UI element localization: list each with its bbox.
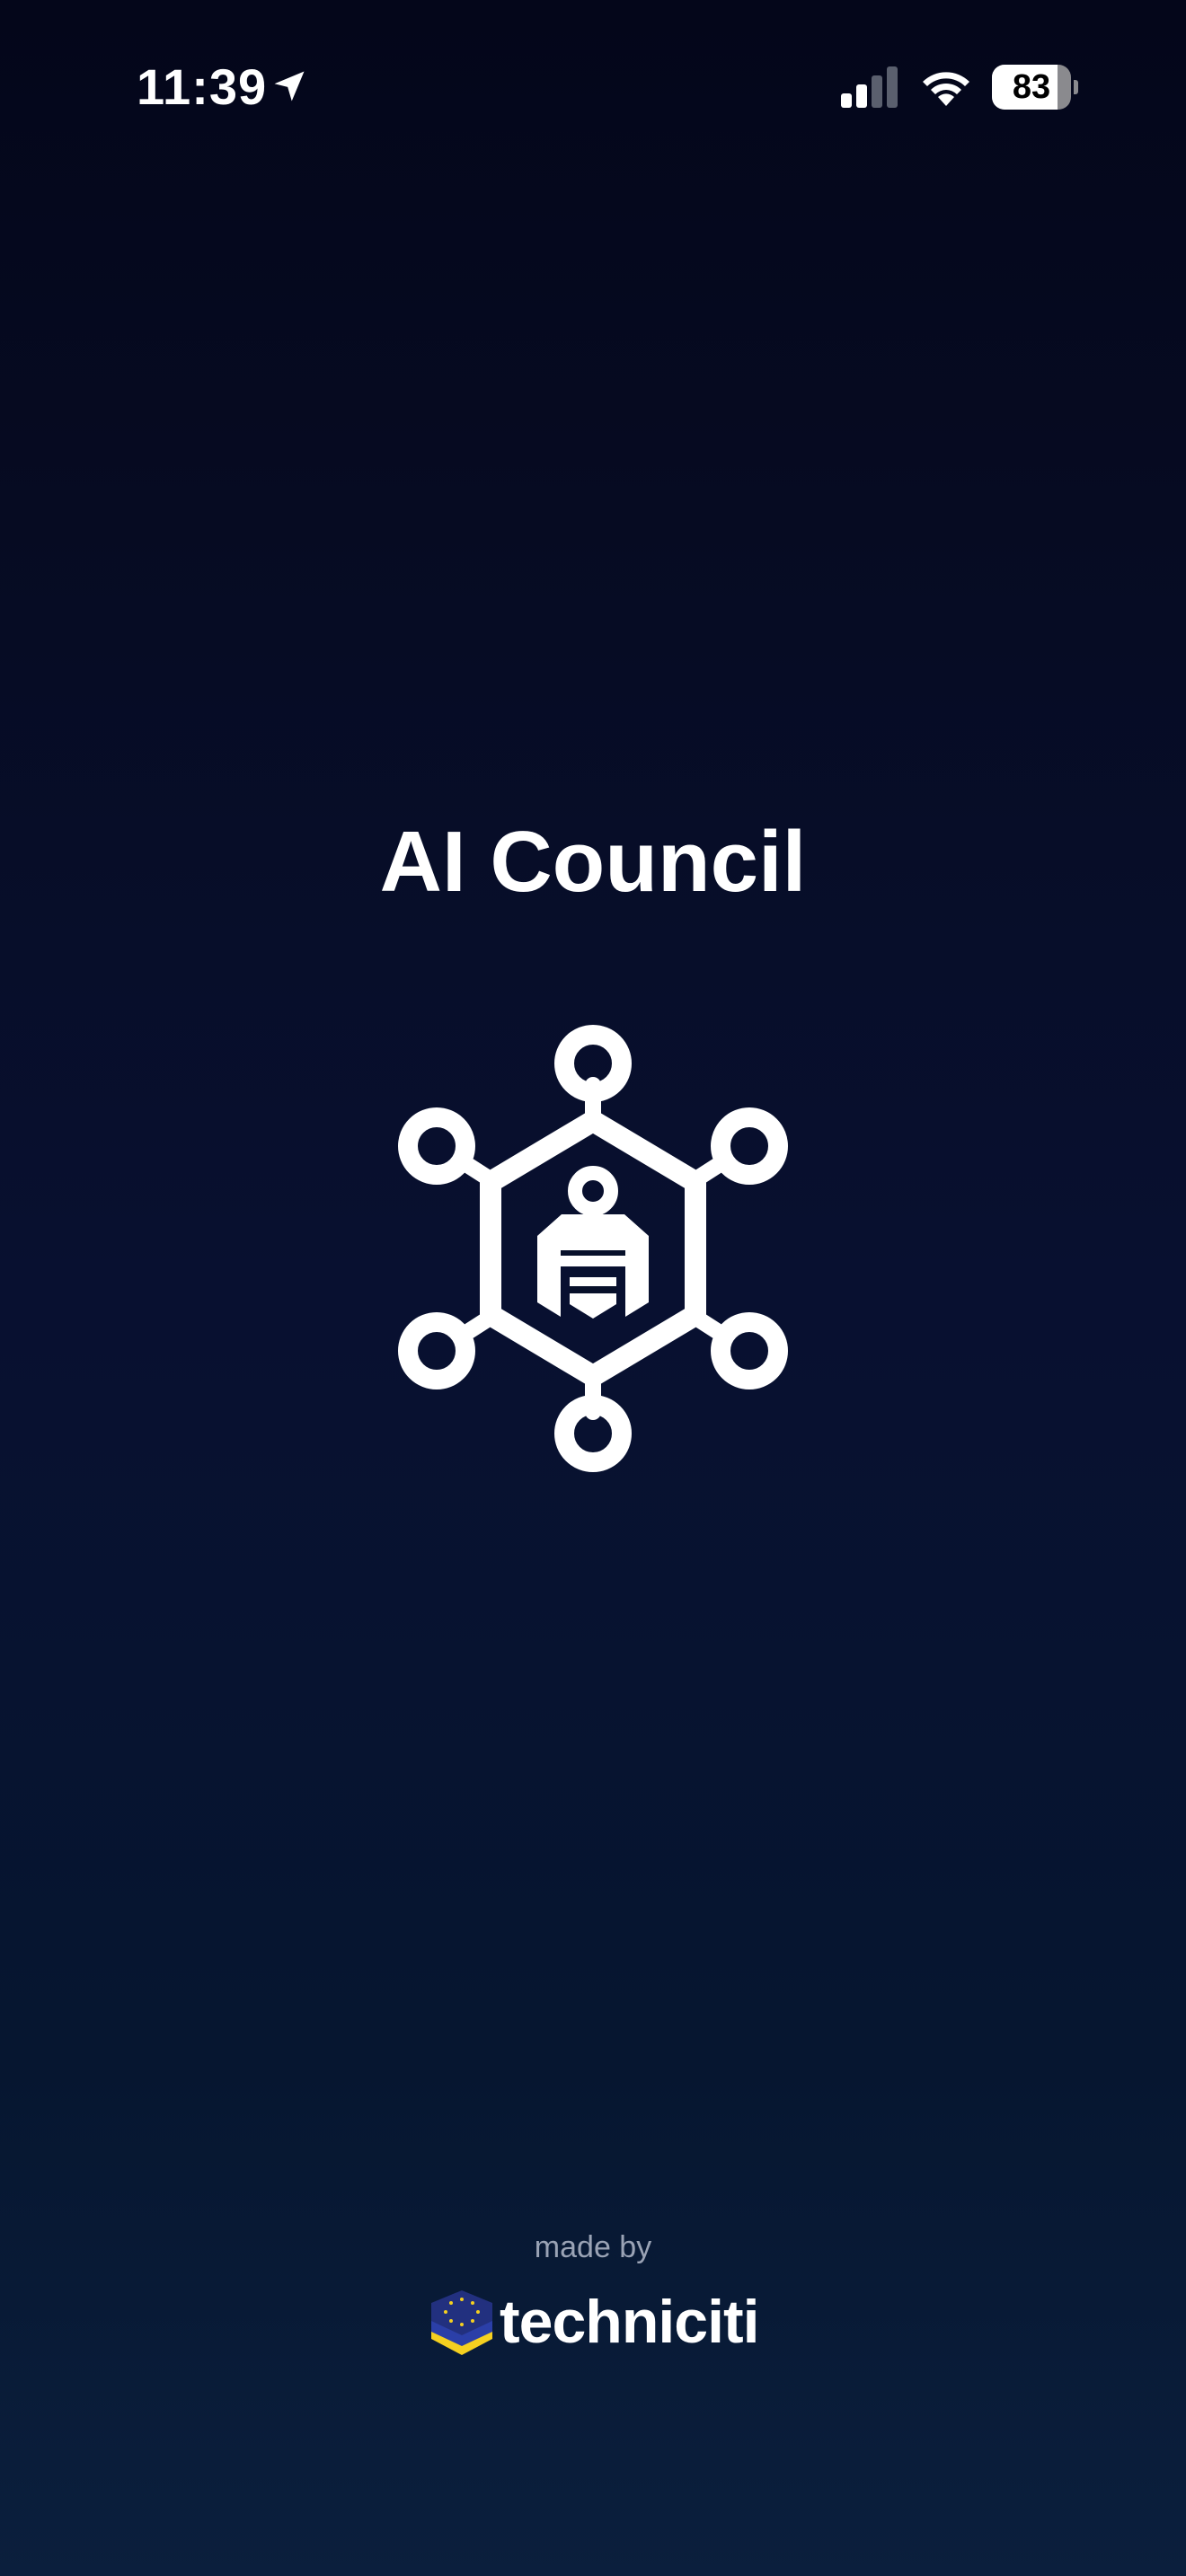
battery-icon: 83 — [992, 65, 1078, 110]
status-bar: 11:39 83 — [0, 0, 1186, 171]
techniciti-logo-icon — [431, 2290, 492, 2355]
status-time: 11:39 — [137, 58, 268, 115]
location-arrow-icon — [274, 71, 305, 101]
app-title: AI Council — [379, 814, 807, 910]
ai-council-network-icon — [398, 1025, 788, 1472]
techniciti-brand: techniciti — [428, 2281, 769, 2362]
battery-body: 83 — [992, 65, 1071, 110]
battery-cap — [1074, 80, 1078, 94]
made-by-label: made by — [534, 2230, 652, 2264]
brand-name: techniciti — [500, 2288, 759, 2356]
wifi-icon — [923, 72, 969, 106]
battery-level: 83 — [1012, 68, 1051, 106]
cellular-signal-icon — [841, 66, 898, 108]
